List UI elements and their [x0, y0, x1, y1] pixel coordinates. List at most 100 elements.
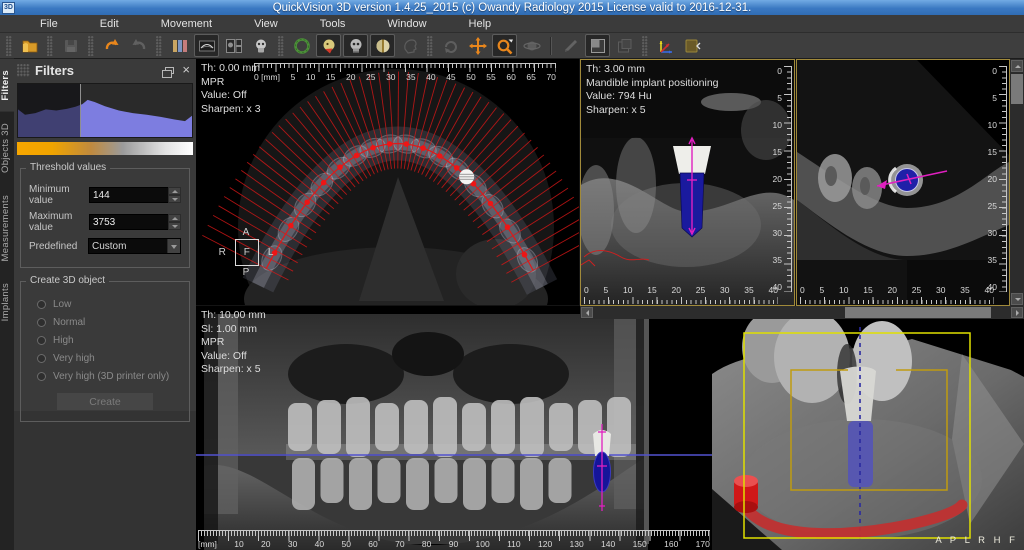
- skull-profile-button[interactable]: [397, 34, 422, 57]
- sidebar-tab-measurements[interactable]: Measurements: [0, 184, 14, 272]
- menu-edit[interactable]: Edit: [100, 18, 119, 30]
- ruler-label: 15: [988, 147, 997, 157]
- radio-low[interactable]: Low: [37, 299, 181, 310]
- cross-section-2-image: [797, 60, 1009, 305]
- save-button[interactable]: [58, 34, 83, 57]
- menu-window[interactable]: Window: [387, 18, 426, 30]
- menu-movement[interactable]: Movement: [161, 18, 212, 30]
- ruler-label: 30: [386, 72, 395, 82]
- viewport-cross-section-1[interactable]: Th: 3.00 mmMandible implant positioningV…: [580, 59, 795, 306]
- skull-ceph-button[interactable]: [316, 34, 341, 57]
- menu-file[interactable]: File: [40, 18, 58, 30]
- histogram-threshold-shade[interactable]: [18, 84, 81, 137]
- predefined-dropdown[interactable]: Custom: [88, 238, 181, 254]
- layout-mpr-button[interactable]: [221, 34, 246, 57]
- overlay-line: Th: 0.00 mm: [201, 62, 261, 76]
- rotate-3d-button[interactable]: [519, 34, 544, 57]
- pan-icon: [469, 37, 487, 55]
- radio-icon[interactable]: [37, 318, 46, 327]
- dropdown-arrow-icon[interactable]: [167, 239, 180, 253]
- sidebar-tab-implants[interactable]: Implants: [0, 272, 14, 332]
- minimum-value-spinner[interactable]: [168, 187, 181, 203]
- layout-3d-button[interactable]: [248, 34, 273, 57]
- skull-3d-button[interactable]: [343, 34, 368, 57]
- axes-3d-button[interactable]: [653, 34, 678, 57]
- open-file-button[interactable]: [17, 34, 42, 57]
- maximum-value-input[interactable]: [89, 214, 169, 230]
- overlay-line: Th: 10.00 mm: [201, 309, 266, 323]
- layout-implant-button[interactable]: [167, 34, 192, 57]
- orientation-a: A: [243, 227, 250, 238]
- float-panel-icon[interactable]: [165, 67, 174, 74]
- radio-icon[interactable]: [37, 300, 46, 309]
- dock-panel-button[interactable]: [680, 34, 705, 57]
- maximize-view-button[interactable]: [585, 34, 610, 57]
- ruler-label: 25: [366, 72, 375, 82]
- cut-button[interactable]: [558, 34, 583, 57]
- histogram[interactable]: [17, 83, 193, 138]
- ruler-label: 20: [888, 285, 897, 295]
- radio-label: Normal: [53, 317, 85, 328]
- scroll-right-icon[interactable]: [1011, 307, 1023, 318]
- maximum-value-label: Maximum value: [29, 211, 89, 233]
- titlebar[interactable]: 3D QuickVision 3D version 1.4.25_2015 (c…: [0, 0, 1024, 15]
- viewport-cross-section-2[interactable]: 0510152025303540 0510152025303540: [796, 59, 1010, 306]
- sidebar-tab-objects-3d[interactable]: Objects 3D: [0, 112, 14, 184]
- ruler-label: 30: [773, 228, 782, 238]
- viewport-panoramic[interactable]: Th: 10.00 mmSl: 1.00 mmMPRValue: OffShar…: [196, 306, 712, 550]
- layout-3d-icon: [252, 37, 270, 55]
- scroll-up-icon[interactable]: [1011, 60, 1023, 72]
- halfsphere-icon: [374, 37, 392, 55]
- radio-icon[interactable]: [37, 372, 46, 381]
- menu-tools[interactable]: Tools: [320, 18, 346, 30]
- maximum-value-spinner[interactable]: [168, 214, 181, 230]
- rotate-button[interactable]: [438, 34, 463, 57]
- cross1-vertical-ruler: 0510152025303540: [773, 66, 792, 292]
- undo-button[interactable]: [99, 34, 124, 57]
- ruler-label: 65: [526, 72, 535, 82]
- threshold-legend: Threshold values: [26, 162, 110, 173]
- horizontal-scrollbar[interactable]: [580, 306, 1024, 319]
- pan-button[interactable]: [465, 34, 490, 57]
- restore-view-button[interactable]: [612, 34, 637, 57]
- minimum-value-input[interactable]: [89, 187, 169, 203]
- scroll-down-icon[interactable]: [1011, 293, 1023, 305]
- panel-rest: [14, 411, 196, 550]
- ruler-label: 40: [426, 72, 435, 82]
- ruler-label: 45: [446, 72, 455, 82]
- ruler-label: 55: [486, 72, 495, 82]
- ruler-label: 40: [769, 285, 778, 295]
- overlay-line: Sharpen: x 5: [586, 104, 719, 118]
- create-button[interactable]: Create: [56, 392, 154, 411]
- zoom-button[interactable]: [492, 34, 517, 57]
- radio-normal[interactable]: Normal: [37, 317, 181, 328]
- menu-help[interactable]: Help: [469, 18, 492, 30]
- volume-half-button[interactable]: [370, 34, 395, 57]
- radio-high[interactable]: High: [37, 335, 181, 346]
- redo-button[interactable]: [126, 34, 151, 57]
- horizontal-scroll-thumb[interactable]: [845, 307, 991, 318]
- overlay-line: Mandible implant positioning: [586, 77, 719, 91]
- vertical-scroll-thumb[interactable]: [1011, 74, 1023, 104]
- viewport-axial[interactable]: Th: 0.00 mmMPRValue: OffSharpen: x 3 0 […: [196, 59, 579, 305]
- radio-very-high[interactable]: Very high: [37, 353, 181, 364]
- overlay-line: Value: Off: [201, 89, 261, 103]
- ruler-label: 25: [773, 201, 782, 211]
- arch-curve-button[interactable]: [289, 34, 314, 57]
- scroll-left-icon[interactable]: [581, 307, 593, 318]
- close-panel-icon[interactable]: ×: [182, 65, 190, 75]
- ruler-label: 60: [506, 72, 515, 82]
- layout-panoramic-button[interactable]: [194, 34, 219, 57]
- vertical-scrollbar[interactable]: [1010, 59, 1024, 306]
- panel-header[interactable]: Filters ×: [14, 59, 196, 81]
- axes-icon: [657, 37, 675, 55]
- radio-icon[interactable]: [37, 354, 46, 363]
- sidebar-tab-filters[interactable]: Filters: [0, 59, 14, 112]
- menubar: File Edit Movement View Tools Window Help: [0, 15, 1024, 33]
- panel-grip-icon[interactable]: [17, 64, 30, 77]
- radio-very-high-3d-printer-only-[interactable]: Very high (3D printer only): [37, 371, 181, 382]
- radio-icon[interactable]: [37, 336, 46, 345]
- ruler-label: 35: [406, 72, 415, 82]
- viewport-3d[interactable]: A P L R H F: [712, 319, 1024, 550]
- menu-view[interactable]: View: [254, 18, 278, 30]
